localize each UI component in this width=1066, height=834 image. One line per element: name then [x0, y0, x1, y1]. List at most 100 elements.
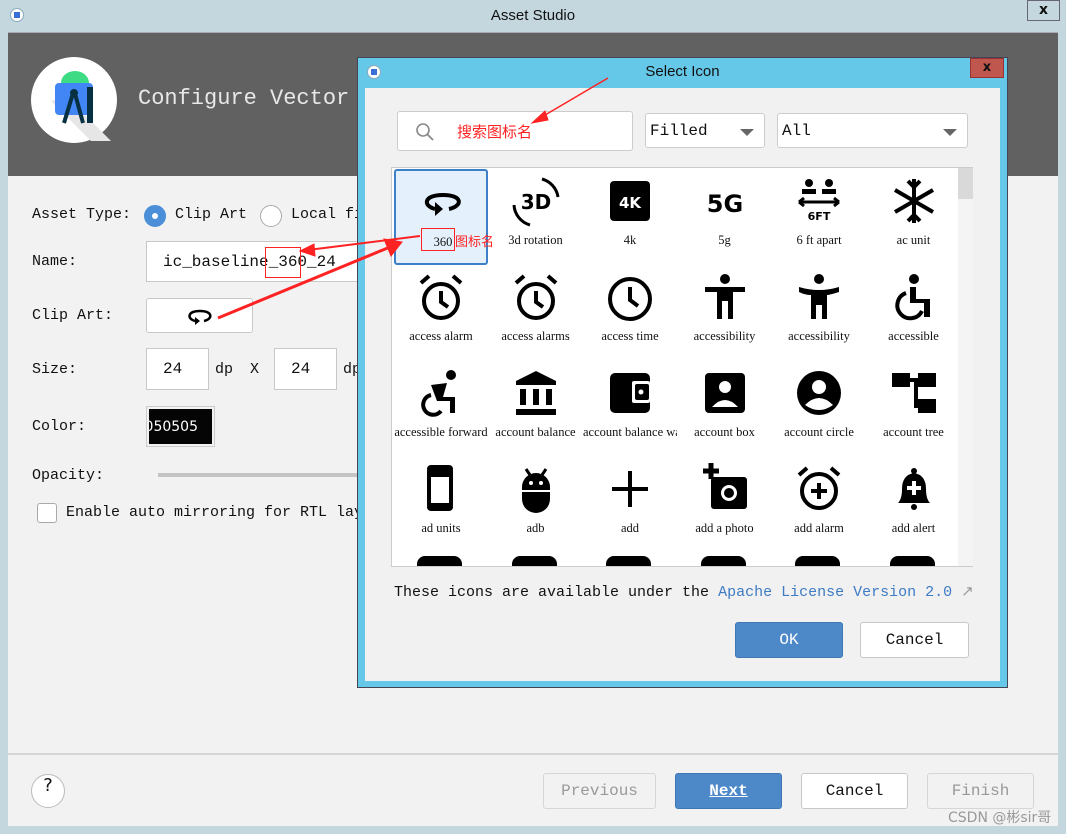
rtl-checkbox[interactable] [37, 503, 57, 523]
bank-icon [515, 371, 556, 415]
search-placeholder: 搜索图标名 [457, 123, 533, 141]
watermark: CSDN @彬sir哥 [948, 810, 1052, 826]
icon-cell-4k[interactable]: 4K 4k [583, 169, 677, 265]
add-icon [612, 471, 648, 507]
icon-cell-label: access alarms [501, 329, 570, 343]
box-icon [704, 373, 745, 413]
dialog-close-button[interactable]: x [970, 58, 1004, 78]
annotation-label-box [421, 228, 455, 251]
icon-grid: 360 3D 3d rotation 4K 4k 5G 5g 6FT 6 ft apart ac … [391, 167, 973, 567]
svg-text:6FT: 6FT [808, 210, 831, 223]
annotation-name-box [265, 247, 301, 278]
category-dropdown[interactable]: All [777, 113, 968, 148]
icon-cell-add-alarm[interactable]: add alarm [772, 457, 866, 553]
android-studio-logo [31, 57, 117, 143]
height-input[interactable]: 24 [274, 348, 337, 390]
tree-icon [891, 373, 936, 413]
icon-cell-account-box[interactable]: account box [678, 361, 772, 457]
icon-cell-5g[interactable]: 5G 5g [678, 169, 772, 265]
icon-cell-ac-unit[interactable]: ac unit [867, 169, 961, 265]
icon-cell-account-tree[interactable]: account tree [867, 361, 961, 457]
wheel2-icon [421, 370, 456, 417]
circle-icon [797, 371, 841, 415]
finish-button[interactable]: Finish [927, 773, 1034, 809]
chevron-down-icon [943, 129, 957, 136]
icon-cell-account-balance[interactable]: account balance [489, 361, 583, 457]
icon-cell-label: account balance wallet [583, 425, 677, 439]
icon-cell-3d-rotation[interactable]: 3D 3d rotation [489, 169, 583, 265]
icon-cell-partial[interactable] [795, 556, 840, 566]
icon-cell-partial[interactable] [889, 556, 935, 566]
icon-cell-partial[interactable] [417, 556, 462, 566]
icon-cell-accessibility[interactable]: accessibility [772, 265, 866, 361]
icon-grid-scrollbar[interactable] [958, 168, 973, 566]
wheel-icon [894, 274, 930, 321]
size-label: Size: [32, 361, 78, 378]
icon-cell-adb[interactable]: adb [489, 457, 583, 553]
icon-cell-label: add a photo [695, 521, 754, 535]
360-icon [187, 309, 211, 325]
icon-cell-partial[interactable] [511, 556, 557, 566]
icon-cell-label: access alarm [409, 329, 473, 343]
external-link-icon: ↗ [961, 582, 974, 600]
icon-cell-partial[interactable] [700, 556, 746, 566]
icon-cell-label: accessible [888, 329, 939, 343]
color-value: 050505 [149, 409, 212, 444]
icon-cell-account-balance-wallet[interactable]: account balance wallet [583, 361, 677, 457]
icon-cell-add-a-photo[interactable]: add a photo [678, 457, 772, 553]
icon-cell-account-circle[interactable]: account circle [772, 361, 866, 457]
dialog-cancel-button[interactable]: Cancel [860, 622, 969, 658]
icon-cell-ad-units[interactable]: ad units [394, 457, 488, 553]
icon-cell-label: access time [601, 329, 659, 343]
icon-cell-label: account circle [784, 425, 854, 439]
svg-text:5G: 5G [706, 190, 742, 218]
icon-cell-accessible-forward[interactable]: accessible forward [394, 361, 488, 457]
color-swatch[interactable]: 050505 [146, 406, 215, 447]
snow-icon [893, 179, 934, 223]
icon-cell-access-time[interactable]: access time [583, 265, 677, 361]
category-value: All [782, 121, 811, 140]
person2-icon [799, 274, 839, 319]
icon-cell-access-alarms[interactable]: access alarms [489, 265, 583, 361]
icon-cell-add-alert[interactable]: add alert [867, 457, 961, 553]
window-close-button[interactable]: x [1027, 0, 1060, 21]
radio-local-file[interactable] [260, 205, 282, 227]
style-value: Filled [650, 121, 708, 140]
clip-art-button[interactable] [146, 298, 253, 333]
icon-cell-access-alarm[interactable]: access alarm [394, 265, 488, 361]
width-input[interactable]: 24 [146, 348, 209, 390]
opacity-label: Opacity: [32, 467, 105, 484]
name-label: Name: [32, 253, 78, 270]
license-note: These icons are available under the Apac… [394, 582, 974, 601]
bell-icon [897, 468, 930, 510]
license-link[interactable]: Apache License Version 2.0 [718, 584, 952, 601]
next-button[interactable]: Next [675, 773, 782, 809]
icon-cell-6-ft-apart[interactable]: 6FT 6 ft apart [772, 169, 866, 265]
adb-icon [521, 468, 550, 513]
style-dropdown[interactable]: Filled [645, 113, 765, 148]
radio-clip-art[interactable] [144, 205, 166, 227]
opacity-slider[interactable] [158, 473, 368, 477]
icon-cell-label: account balance [495, 425, 576, 439]
help-button[interactable]: ? [31, 774, 65, 808]
icon-search-input[interactable]: 搜索图标名 [397, 111, 633, 151]
scrollbar-thumb[interactable] [958, 168, 973, 199]
icon-cell-label: accessible forward [394, 425, 488, 439]
icon-cell-accessible[interactable]: accessible [867, 265, 961, 361]
annotation-name-note: 图标名 [455, 235, 495, 250]
icon-cell-label: 3d rotation [508, 233, 563, 247]
window-title: Asset Studio [490, 7, 576, 24]
ok-button[interactable]: OK [735, 622, 843, 658]
icon-cell-partial[interactable] [606, 556, 651, 566]
phone-icon [427, 465, 453, 511]
person-icon [704, 274, 745, 319]
icon-cell-accessibility[interactable]: accessibility [678, 265, 772, 361]
cancel-button[interactable]: Cancel [801, 773, 908, 809]
icon-cell-label: account box [694, 425, 755, 439]
icon-cell-label: add alert [891, 521, 936, 535]
icon-cell-add[interactable]: add [583, 457, 677, 553]
svg-text:4K: 4K [619, 194, 642, 212]
previous-button[interactable]: Previous [543, 773, 656, 809]
wallet-icon [610, 373, 650, 413]
icon-cell-label: add alarm [794, 521, 844, 535]
